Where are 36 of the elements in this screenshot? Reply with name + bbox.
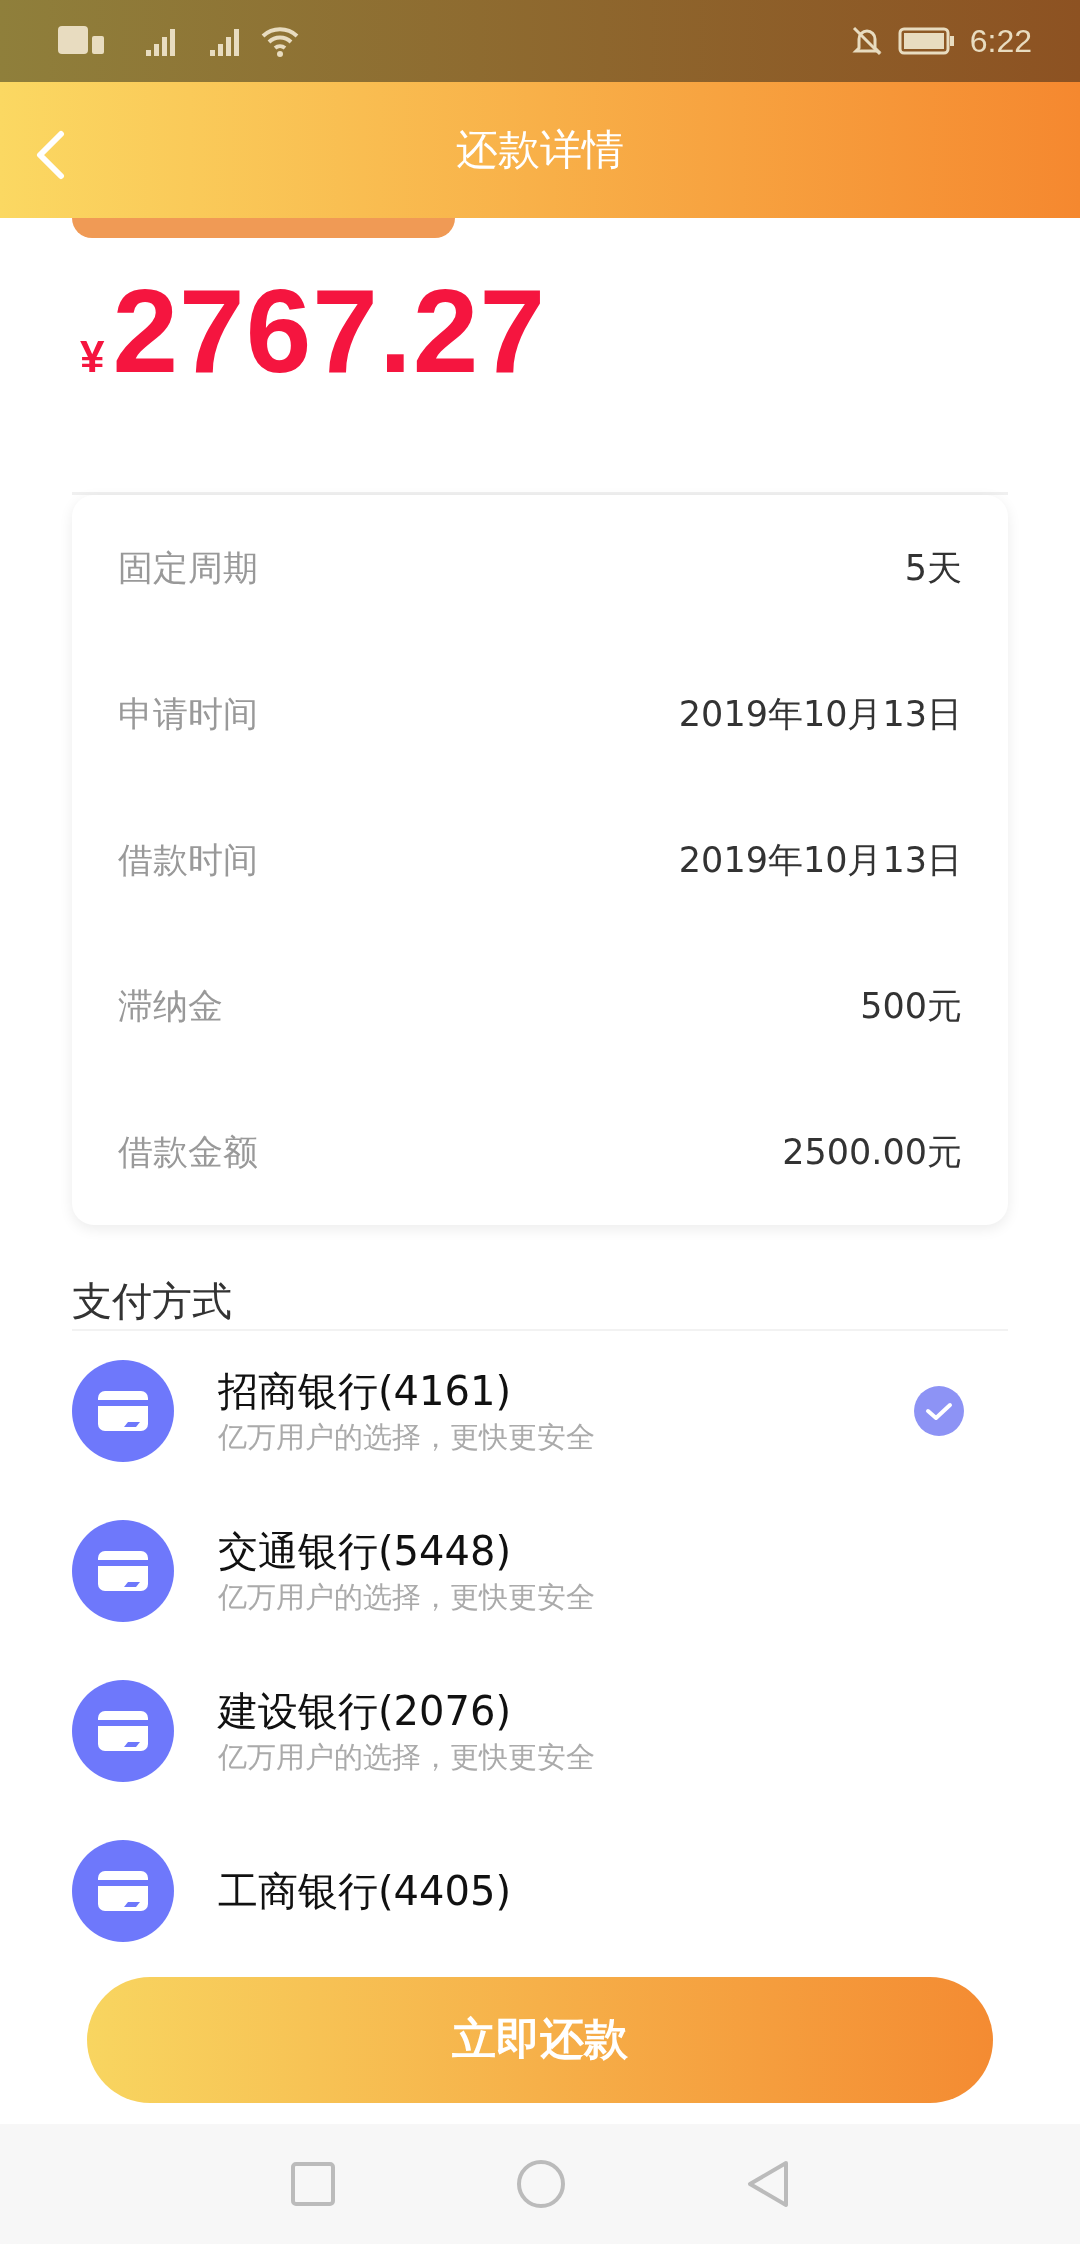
recent-apps-icon[interactable] [290, 2161, 336, 2207]
bank-name: 招商银行(4161) [218, 1367, 512, 1416]
detail-value: 2500.00元 [782, 1130, 962, 1174]
back-icon[interactable] [34, 130, 66, 180]
page-title: 还款详情 [456, 124, 624, 176]
card-icon [72, 1840, 174, 1942]
payment-option[interactable]: 工商银行(4405) [0, 1811, 1080, 1955]
bank-note: 亿万用户的选择，更快更安全 [218, 1739, 596, 1776]
detail-label: 申请时间 [118, 692, 258, 736]
home-icon[interactable] [516, 2159, 566, 2209]
detail-label: 借款金额 [118, 1130, 258, 1174]
back-nav-icon[interactable] [746, 2159, 790, 2209]
detail-value: 5天 [904, 546, 962, 590]
bank-name: 工商银行(4405) [218, 1867, 512, 1916]
amount-value: 2767.27 [112, 272, 547, 390]
bank-note: 亿万用户的选择，更快更安全 [218, 1579, 596, 1616]
card-icon [72, 1360, 174, 1462]
currency-sign: ¥ [80, 332, 105, 382]
payment-option[interactable]: 建设银行(2076) 亿万用户的选择，更快更安全 [0, 1651, 1080, 1811]
detail-label: 滞纳金 [118, 984, 223, 1028]
bank-name: 建设银行(2076) [218, 1687, 512, 1736]
payment-option[interactable]: 交通银行(5448) 亿万用户的选择，更快更安全 [0, 1491, 1080, 1651]
section-title: 支付方式 [72, 1277, 233, 1326]
bank-name: 交通银行(5448) [218, 1527, 512, 1576]
detail-value: 500元 [860, 984, 962, 1028]
wifi-icon [260, 24, 300, 58]
detail-value: 2019年10月13日 [678, 692, 962, 736]
battery-icon [897, 26, 956, 56]
detail-label: 固定周期 [118, 546, 258, 590]
detail-label: 借款时间 [118, 838, 258, 882]
card-icon [72, 1520, 174, 1622]
bell-muted-icon [849, 24, 884, 58]
detail-value: 2019年10月13日 [678, 838, 962, 882]
card-icon [72, 1680, 174, 1782]
bank-note: 亿万用户的选择，更快更安全 [218, 1419, 596, 1456]
clock-time: 6:22 [969, 22, 1032, 60]
